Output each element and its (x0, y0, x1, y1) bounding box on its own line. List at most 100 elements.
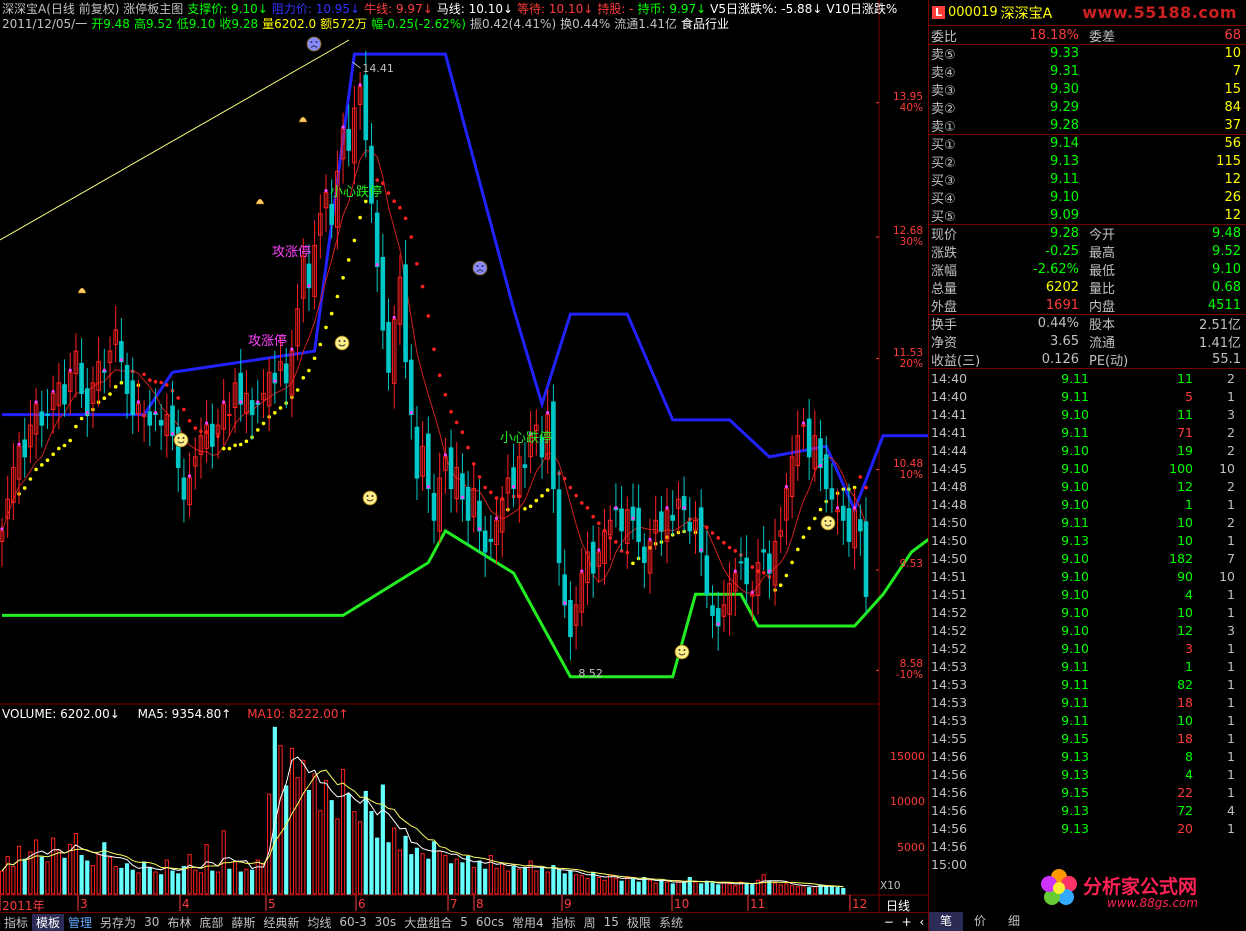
panel-tab[interactable] (1031, 912, 1065, 931)
level-price: 9.13 (1050, 153, 1079, 169)
row-value: 3.65 (1050, 333, 1079, 349)
price-tick-pct: 20% (899, 357, 923, 370)
level-label: 卖③ (931, 83, 956, 99)
buy-level[interactable]: 买③ 9.11 12 (929, 170, 1246, 189)
signal-dot (437, 373, 442, 378)
buy-level[interactable]: 买② 9.13 115 (929, 152, 1246, 171)
bottom-tab[interactable]: 30s (371, 915, 401, 929)
tick-time: 14:41 (931, 424, 968, 440)
row-label: 收益(三) (931, 353, 981, 369)
volume-bar (437, 850, 442, 895)
bottom-tab[interactable]: 30 (140, 915, 163, 929)
buy-level[interactable]: 买⑤ 9.09 12 (929, 206, 1246, 225)
bottom-tab[interactable]: 极限 (623, 914, 655, 931)
volume-bar (596, 877, 601, 895)
tick-count: 2 (1227, 370, 1235, 386)
tick-volume: 182 (1169, 550, 1193, 566)
signal-dot (108, 392, 112, 396)
logo-text: 分析家公式网 (1083, 876, 1198, 898)
volume-bar (841, 888, 846, 895)
panel-tab[interactable] (1167, 912, 1201, 931)
candle-body (477, 500, 482, 532)
sell-level[interactable]: 卖① 9.28 37 (929, 116, 1246, 135)
signal-dot (784, 573, 789, 578)
panel-tab[interactable] (1099, 912, 1133, 931)
tick-time: 14:52 (931, 640, 968, 656)
candle-marker (682, 506, 686, 510)
bottom-tab[interactable]: 经典新 (259, 914, 303, 931)
stock-badge[interactable]: L (932, 6, 946, 19)
bottom-tab[interactable]: 模板 (32, 913, 65, 931)
tick-list[interactable]: 14:40 9.11 11 2 14:40 9.11 5 1 14:41 9.10 11 3 14:41… (929, 368, 1246, 873)
bottom-tab[interactable]: 指标 (548, 914, 580, 931)
kline-chart-svg[interactable]: 14.418.52小心跌停小心跌停攻涨停攻涨停 (0, 0, 928, 912)
tick-volume: 3 (1185, 640, 1193, 656)
header-item: 振0.42(4.41%) (469, 17, 557, 31)
tick-volume: 82 (1177, 676, 1193, 692)
bottom-tab[interactable]: 布林 (163, 914, 195, 931)
header-item: 支撑价: 9.10↓ (187, 2, 268, 16)
bottom-tab[interactable]: 另存为 (96, 914, 140, 931)
candle-body (124, 364, 130, 394)
bottom-tab[interactable]: 管理 (64, 914, 96, 931)
candle-body (482, 530, 488, 553)
tick-count: 1 (1227, 784, 1235, 800)
bottom-tab[interactable]: 底部 (195, 914, 227, 931)
sell-level[interactable]: 卖④ 9.31 7 (929, 62, 1246, 81)
panel-tab[interactable]: 细 (997, 912, 1031, 931)
bottom-tab[interactable]: 60cs (472, 915, 508, 929)
stock-name: 深深宝A (1000, 5, 1053, 22)
volume-bar (824, 885, 829, 895)
price-tick: 11.53 20% (879, 347, 923, 370)
sell-level[interactable]: 卖⑤ 9.33 10 (929, 44, 1246, 63)
quote-row: 总量 6202 量比 0.68 (929, 278, 1246, 297)
bottom-tab[interactable]: 薛斯 (227, 914, 259, 931)
tick-row: 14:45 9.10 100 10 (929, 459, 1246, 477)
scroll-left-button[interactable]: ‹ (919, 915, 924, 929)
signal-dot (324, 325, 328, 330)
bottom-tab[interactable]: 周 (580, 914, 600, 931)
bottom-tab[interactable]: 系统 (655, 914, 687, 931)
candle-body (636, 507, 641, 542)
date-axis: 2011年 3 4 5 6 7 8 9 10 11 12 (0, 896, 880, 913)
bottom-tab[interactable]: 常用4 (508, 914, 548, 931)
candle-body (698, 507, 704, 553)
bottom-tab[interactable]: 5 (456, 915, 472, 929)
volume-bar (0, 870, 5, 895)
buy-level[interactable]: 买① 9.14 56 (929, 134, 1246, 153)
panel-tab[interactable] (1133, 912, 1167, 931)
panel-tab[interactable] (1201, 912, 1235, 931)
tick-row: 14:56 9.15 22 1 (929, 783, 1246, 801)
candle-marker (580, 569, 584, 573)
volume-bar (494, 867, 499, 895)
signal-dot (534, 498, 539, 503)
bottom-tab[interactable]: 均线 (303, 914, 335, 931)
panel-tab[interactable] (1065, 912, 1099, 931)
zoom-out-button[interactable]: − (884, 915, 894, 929)
row-value: 9.10 (1212, 261, 1241, 277)
kline-chart-area[interactable]: 14.41 8.52 小心跌停 小心跌停 攻涨停 攻涨停 深深宝A(日线 前复权) 涨停板… (0, 0, 928, 913)
signal-dot (597, 521, 601, 525)
bottom-tab[interactable]: 60-3 (335, 915, 370, 929)
buy-level[interactable]: 买④ 9.10 26 (929, 188, 1246, 207)
bottom-tab[interactable]: 大盘组合 (400, 914, 456, 931)
candle-body (704, 555, 710, 595)
bottom-tab[interactable]: 指标 (0, 914, 32, 931)
panel-tab[interactable]: 笔 (929, 912, 963, 931)
candle-marker (801, 421, 806, 425)
candle-body (761, 549, 766, 553)
quote-panel: L 000019 深深宝A www.55188.com 委比 18.18% 委差 68… (928, 0, 1246, 931)
panel-tab[interactable]: 价 (963, 912, 997, 931)
tick-time: 14:56 (931, 838, 968, 854)
signal-dot (176, 396, 180, 400)
candle-marker (699, 548, 703, 552)
tick-row: 14:44 9.10 19 2 (929, 441, 1246, 459)
zoom-in-button[interactable]: + (902, 915, 912, 929)
header-item: 量6202.0 (262, 17, 317, 31)
sell-level[interactable]: 卖③ 9.30 15 (929, 80, 1246, 99)
candle-marker (767, 569, 771, 573)
sell-level[interactable]: 卖② 9.29 84 (929, 98, 1246, 117)
volume-bar (744, 882, 749, 895)
order-book: 委比 18.18% 委差 68 卖⑤ 9.33 10 卖④ 9.31 7 卖③ 9.30 15 卖② 9.2… (929, 26, 1246, 225)
bottom-tab[interactable]: 15 (600, 915, 623, 929)
